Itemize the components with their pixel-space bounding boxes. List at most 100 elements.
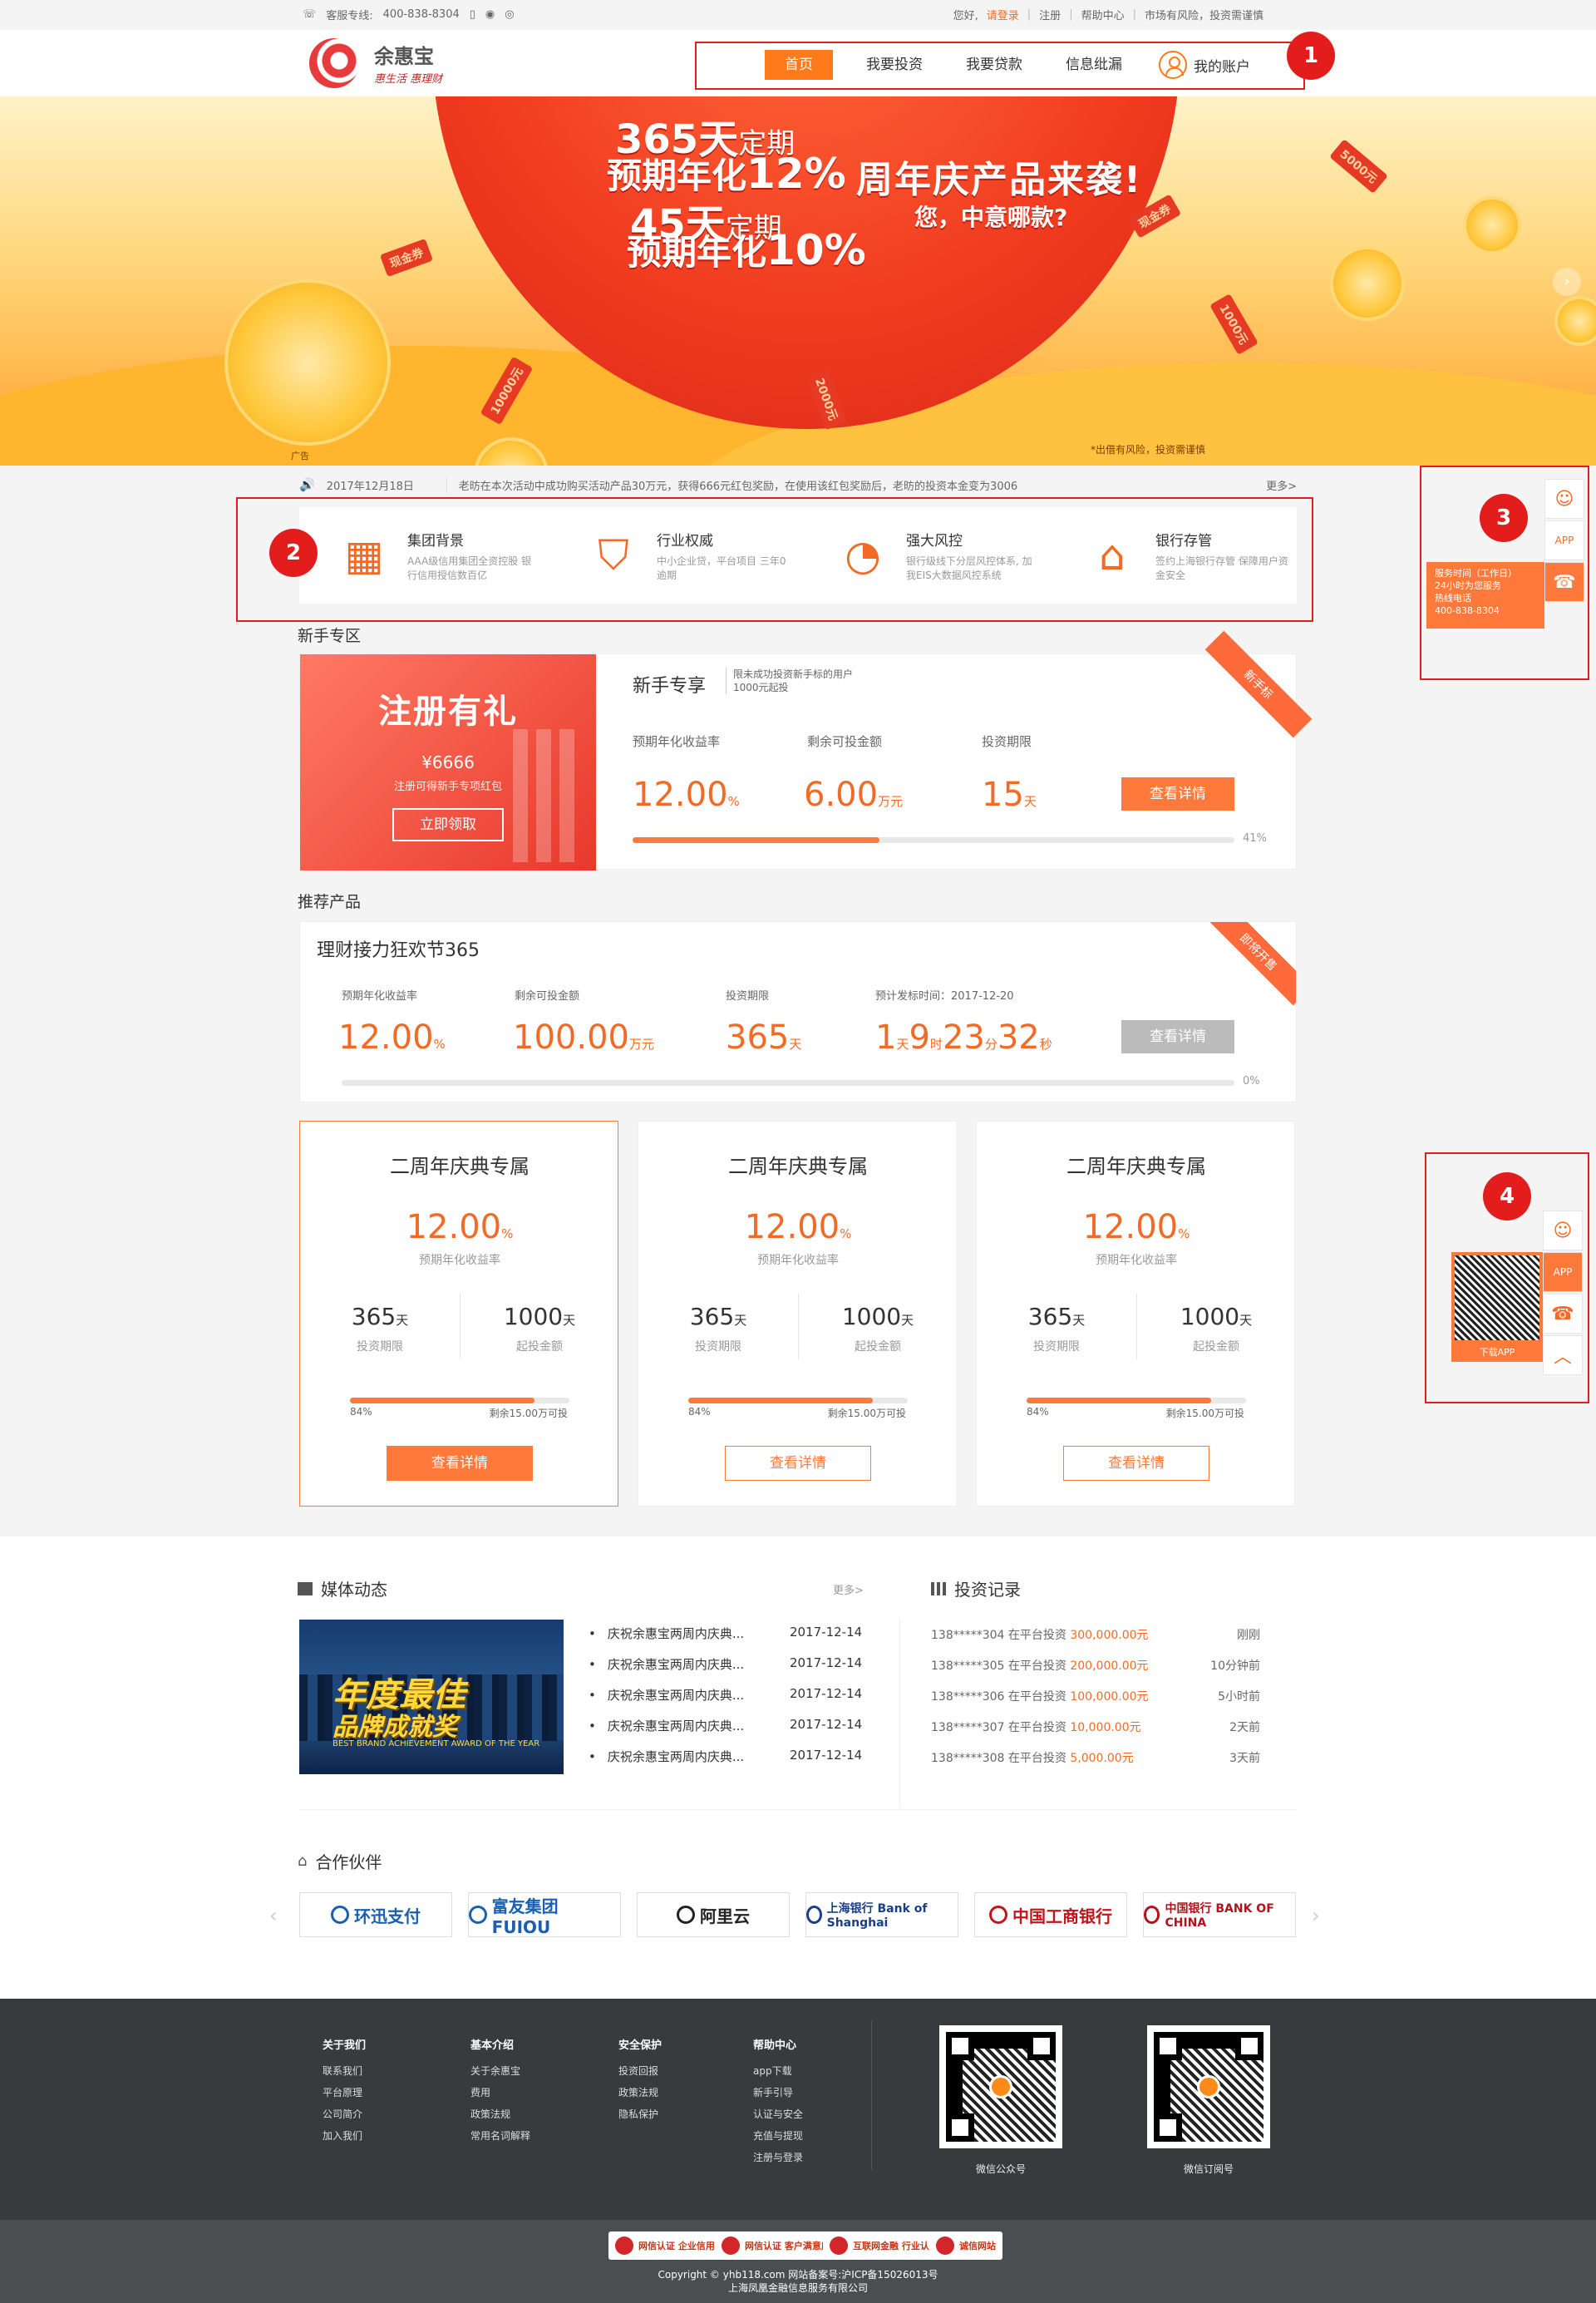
annotation-badge-3: 3: [1480, 494, 1528, 542]
award-image[interactable]: 年度最佳 品牌成就奖 BEST BRAND ACHIEVEMENT AWARD …: [299, 1620, 564, 1774]
cert-seal-icon: [615, 2236, 633, 2255]
claim-button[interactable]: 立即领取: [392, 808, 504, 841]
certification-badge[interactable]: 互联网金融 行业认证: [823, 2231, 945, 2260]
card-progress-bar: [350, 1398, 569, 1403]
speaker-icon: 🔊: [299, 477, 315, 492]
certification-badge[interactable]: 诚信网站: [929, 2231, 1002, 2260]
product-card[interactable]: 二周年庆典专属 12.00% 预期年化收益率 365天 投资期限 1000天 起投金额 84%…: [299, 1121, 618, 1507]
newbie-progress-bar: [633, 837, 1234, 843]
card-remain-text: 剩余15.00万可投: [489, 1408, 568, 1419]
newbie-detail-button[interactable]: 查看详情: [1121, 777, 1234, 811]
help-center-link[interactable]: 帮助中心: [1081, 7, 1125, 22]
footer-link[interactable]: 联系我们: [323, 2060, 366, 2082]
invest-record: 138*****304 在平台投资 300,000.00元: [931, 1629, 1149, 1642]
footer-link[interactable]: 政策法规: [470, 2103, 530, 2125]
footer-link[interactable]: 加入我们: [323, 2125, 366, 2147]
card-detail-button[interactable]: 查看详情: [1063, 1446, 1209, 1481]
card-rate-label: 预期年化收益率: [1096, 1254, 1177, 1267]
partner-logo[interactable]: 上海银行 Bank of Shanghai: [805, 1892, 958, 1937]
card-min: 1000天: [1180, 1303, 1253, 1330]
footer-link[interactable]: 注册与登录: [753, 2147, 803, 2168]
partner-logo[interactable]: 阿里云: [637, 1892, 790, 1937]
partner-logo[interactable]: 中国工商银行: [974, 1892, 1127, 1937]
footer-link[interactable]: 投资回报: [618, 2060, 662, 2082]
my-account-link[interactable]: 我的账户: [1159, 51, 1250, 79]
footer-link[interactable]: 费用: [470, 2082, 530, 2103]
mobile-icon[interactable]: ▯: [470, 8, 475, 21]
media-more-link[interactable]: 更多>: [833, 1581, 864, 1597]
card-rate: 12.00%: [1082, 1208, 1190, 1246]
footer-link[interactable]: 认证与安全: [753, 2103, 803, 2125]
invest-time: 2天前: [1229, 1721, 1260, 1734]
customer-service-icon[interactable]: ☺: [1544, 479, 1584, 519]
nav-disclosure[interactable]: 信息纰漏: [1044, 50, 1144, 80]
banner-next-arrow-icon[interactable]: ›: [1553, 268, 1581, 296]
card-min: 1000天: [841, 1303, 914, 1330]
media-item-title[interactable]: 庆祝余惠宝两周内庆典...: [589, 1717, 744, 1734]
invest-record: 138*****307 在平台投资 10,000.00元: [931, 1721, 1141, 1734]
info-band: [0, 1536, 1596, 1999]
logo-dot-icon: [1197, 2075, 1220, 2098]
wechat-icon[interactable]: ◎: [505, 8, 514, 21]
media-heading: 媒体动态: [298, 1576, 387, 1600]
greeting-text: 您好,: [953, 10, 978, 22]
nav-invest[interactable]: 我要投资: [845, 50, 944, 80]
nav-home[interactable]: 首页: [765, 50, 833, 80]
footer-link[interactable]: 常用名词解释: [470, 2125, 530, 2147]
app-download-icon[interactable]: APP: [1544, 520, 1584, 560]
footer-link[interactable]: app下载: [753, 2060, 803, 2082]
ticker-message[interactable]: 老昉在本次活动中成功购买活动产品30万元，获得666元红包奖励，在使用该红包奖励…: [446, 476, 1254, 493]
wechat-subscribe-qr: [1147, 2025, 1270, 2148]
partners-next-icon[interactable]: ›: [1312, 1904, 1320, 1927]
coin-icon: [1463, 196, 1521, 254]
card-term-label: 投资期限: [1033, 1340, 1080, 1354]
card-detail-button[interactable]: 查看详情: [387, 1446, 533, 1481]
footer-link[interactable]: 政策法规: [618, 2082, 662, 2103]
footer-column-title: 帮助中心: [753, 2039, 797, 2052]
footer-link[interactable]: 充值与提现: [753, 2125, 803, 2147]
partner-logo[interactable]: 富友集团 FUIOU: [468, 1892, 621, 1937]
register-link[interactable]: 注册: [1039, 7, 1061, 22]
newbie-ribbon: 新手标: [1204, 630, 1313, 738]
media-item-title[interactable]: 庆祝余惠宝两周内庆典...: [589, 1748, 744, 1765]
footer-link[interactable]: 隐私保护: [618, 2103, 662, 2125]
footer-link[interactable]: 公司简介: [323, 2103, 366, 2125]
recommend-detail-button[interactable]: 查看详情: [1121, 1020, 1234, 1053]
media-item-date: 2017-12-14: [790, 1686, 863, 1701]
media-item-title[interactable]: 庆祝余惠宝两周内庆典...: [589, 1655, 744, 1673]
coupon-ticket: 5000元: [1329, 139, 1388, 194]
newbie-section-title: 新手专区: [298, 627, 362, 645]
card-detail-button[interactable]: 查看详情: [725, 1446, 871, 1481]
nav-loan[interactable]: 我要贷款: [944, 50, 1044, 80]
rate-label: 预期年化收益率: [342, 990, 418, 1003]
remain-value: 6.00万元: [804, 776, 904, 814]
partner-name: 上海银行 Bank of Shanghai: [826, 1902, 928, 1930]
product-card[interactable]: 二周年庆典专属 12.00% 预期年化收益率 365天 投资期限 1000天 起投金额 84%…: [638, 1121, 957, 1507]
ticker-date: 2017年12月18日: [326, 480, 414, 493]
partner-logo[interactable]: 中国银行 BANK OF CHINA: [1143, 1892, 1296, 1937]
app-download-icon[interactable]: APP: [1543, 1252, 1583, 1292]
login-link[interactable]: 请登录: [987, 7, 1019, 22]
card-min-label: 起投金额: [1193, 1340, 1239, 1354]
site-logo[interactable]: 余惠宝 惠生活 惠理财: [303, 35, 469, 93]
rate-value: 12.00%: [633, 776, 740, 814]
footer-link[interactable]: 平台原理: [323, 2082, 366, 2103]
partners-prev-icon[interactable]: ‹: [269, 1904, 278, 1927]
weibo-icon[interactable]: ◉: [485, 8, 495, 21]
footer-link[interactable]: 新手引导: [753, 2082, 803, 2103]
ad-tag: 广告: [291, 451, 309, 461]
partner-name: 环迅支付: [354, 1906, 421, 1926]
phone-icon[interactable]: ☎: [1544, 562, 1584, 602]
ticker-more-link[interactable]: 更多>: [1266, 477, 1297, 493]
partner-logo[interactable]: 环迅支付: [299, 1892, 452, 1937]
back-to-top-icon[interactable]: ︿: [1543, 1335, 1583, 1375]
logo-dot-icon: [989, 2075, 1012, 2098]
partner-name: 中国银行 BANK OF CHINA: [1165, 1902, 1274, 1930]
customer-service-icon[interactable]: ☺: [1543, 1211, 1583, 1250]
media-item-title[interactable]: 庆祝余惠宝两周内庆典...: [589, 1686, 744, 1704]
footer-link[interactable]: 关于余惠宝: [470, 2060, 530, 2082]
media-item-title[interactable]: 庆祝余惠宝两周内庆典...: [589, 1625, 744, 1642]
card-min-label: 起投金额: [855, 1340, 901, 1354]
phone-icon[interactable]: ☎: [1543, 1294, 1583, 1334]
product-card[interactable]: 二周年庆典专属 12.00% 预期年化收益率 365天 投资期限 1000天 起投金额 84%…: [976, 1121, 1295, 1507]
